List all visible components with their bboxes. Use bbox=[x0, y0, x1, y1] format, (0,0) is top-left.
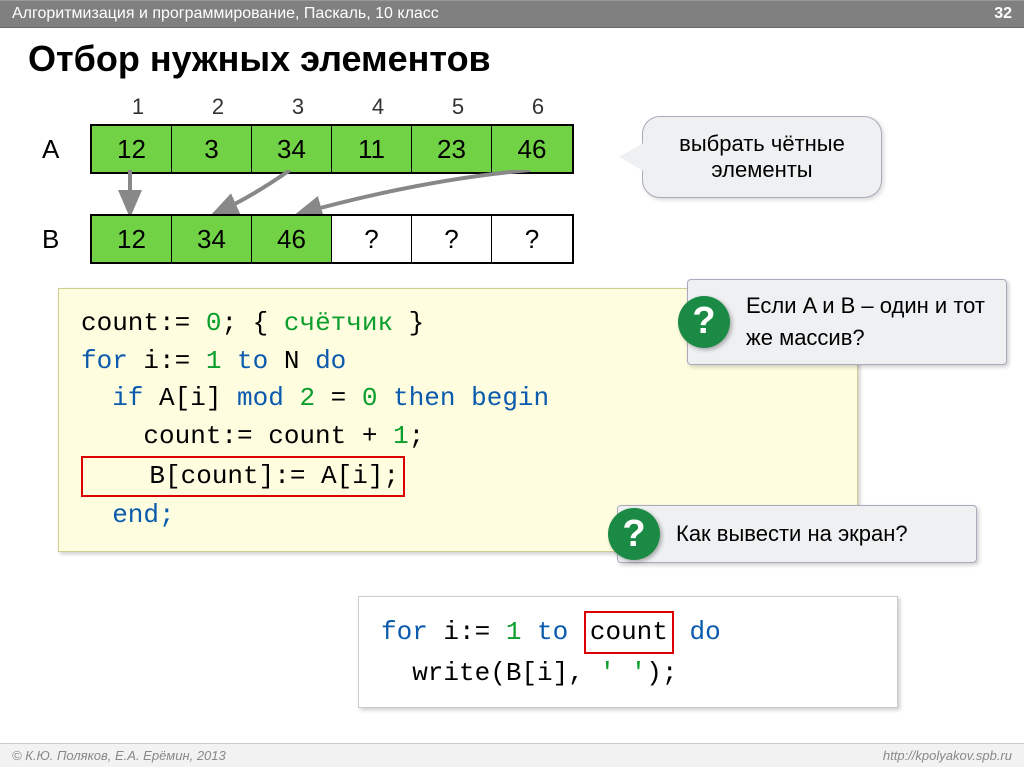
cell: ? bbox=[332, 216, 412, 262]
cell: 11 bbox=[332, 126, 412, 172]
cell: 3 bbox=[172, 126, 252, 172]
page-number: 32 bbox=[994, 5, 1012, 23]
code-block-main: count:= 0; { счётчик } for i:= 1 to N do… bbox=[58, 288, 858, 552]
code-line: B[count]:= A[i]; bbox=[81, 456, 835, 498]
page-title: Отбор нужных элементов bbox=[28, 38, 996, 80]
callout-select-even: выбрать чётные элементы bbox=[642, 116, 882, 198]
arrays-diagram: 1 2 3 4 5 6 A 12 3 34 11 23 46 B 12 34 bbox=[42, 94, 996, 284]
cell: 34 bbox=[252, 126, 332, 172]
copyright: © К.Ю. Поляков, Е.А. Ерёмин, 2013 bbox=[12, 748, 226, 763]
code-line: count:= count + 1; bbox=[81, 418, 835, 456]
cell: 23 bbox=[412, 126, 492, 172]
arrows-svg bbox=[90, 170, 610, 220]
highlighted-count: count bbox=[584, 611, 674, 654]
cell: 34 bbox=[172, 216, 252, 262]
code-line: write(B[i], ' '); bbox=[381, 654, 875, 693]
breadcrumb: Алгоритмизация и программирование, Паска… bbox=[12, 5, 439, 23]
cell: 12 bbox=[92, 216, 172, 262]
question-icon: ? bbox=[608, 508, 660, 560]
question-output: ? Как вывести на экран? bbox=[617, 505, 977, 563]
array-A: 12 3 34 11 23 46 bbox=[90, 124, 574, 174]
code-block-output: for i:= 1 to count do write(B[i], ' '); bbox=[358, 596, 898, 708]
question-same-array: ? Если A и B – один и тот же массив? bbox=[687, 279, 1007, 365]
footer: © К.Ю. Поляков, Е.А. Ерёмин, 2013 http:/… bbox=[0, 743, 1024, 767]
array-B: 12 34 46 ? ? ? bbox=[90, 214, 574, 264]
cell: 46 bbox=[492, 126, 572, 172]
code-line: if A[i] mod 2 = 0 then begin bbox=[81, 380, 835, 418]
header-bar: Алгоритмизация и программирование, Паска… bbox=[0, 0, 1024, 28]
cell: ? bbox=[412, 216, 492, 262]
question-icon: ? bbox=[678, 296, 730, 348]
cell: ? bbox=[492, 216, 572, 262]
code-line: for i:= 1 to count do bbox=[381, 611, 875, 654]
array-B-label: B bbox=[42, 224, 59, 255]
footer-url: http://kpolyakov.spb.ru bbox=[883, 748, 1012, 763]
cell: 46 bbox=[252, 216, 332, 262]
index-row: 1 2 3 4 5 6 bbox=[98, 94, 578, 120]
highlighted-code: B[count]:= A[i]; bbox=[81, 456, 405, 498]
cell: 12 bbox=[92, 126, 172, 172]
array-A-label: A bbox=[42, 134, 59, 165]
